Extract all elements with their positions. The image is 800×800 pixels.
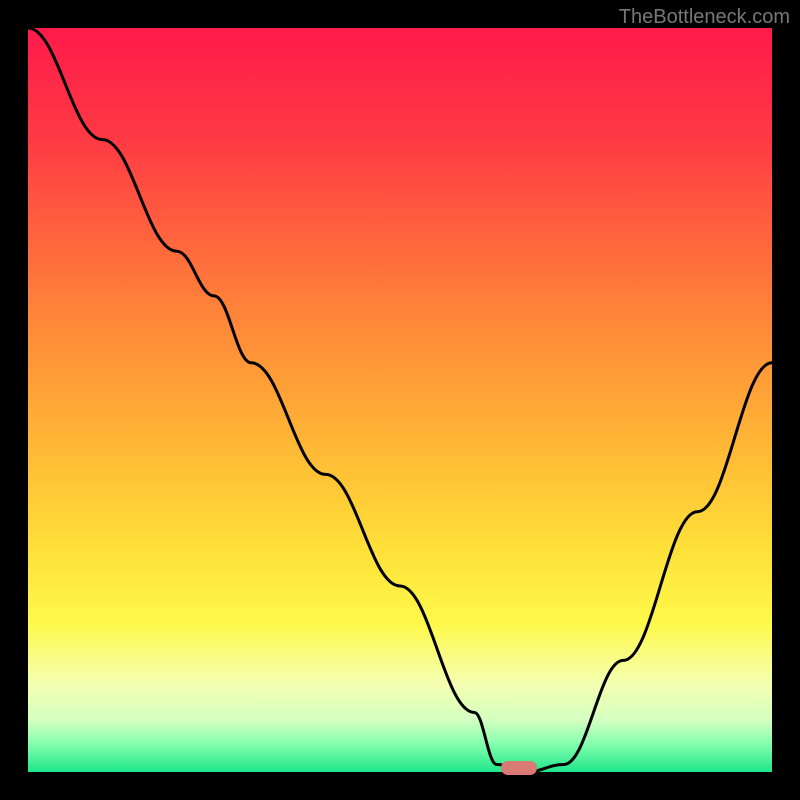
watermark-text: TheBottleneck.com — [619, 6, 790, 29]
chart-area — [28, 28, 772, 772]
chart-curve — [28, 28, 772, 772]
optimal-marker — [501, 761, 537, 775]
